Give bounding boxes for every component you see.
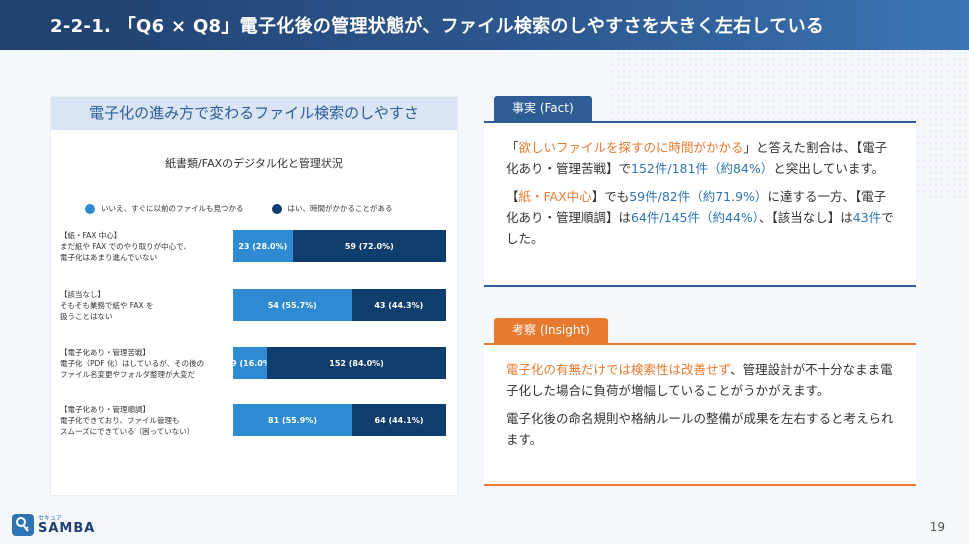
category-label-line: 【該当なし】 <box>60 290 105 299</box>
legend-label-yes: はい、時間がかかることがある <box>287 204 393 213</box>
bar-segment-yes: 64 (44.1%) <box>352 404 446 436</box>
category-label: 【該当なし】そもそも業務で紙や FAX を扱うことはない <box>60 289 240 322</box>
samba-logo-icon <box>12 514 34 536</box>
category-label-line: ファイル名変更やフォルダ整理が大変だ <box>60 370 195 379</box>
legend-dot-yes <box>271 203 282 214</box>
bar-segment-yes: 43 (44.3%) <box>351 289 446 321</box>
category-label-line: 電子化はあまり進んでいない <box>60 253 158 262</box>
category-label-line: 電子化（PDF 化）はしているが、その後の <box>60 359 205 368</box>
legend-label-no: いいえ、すぐに以前のファイルも見つかる <box>101 204 244 213</box>
category-label: 【電子化あり・管理苦戦】電子化（PDF 化）はしているが、その後の ファイル名変更… <box>60 347 240 380</box>
fact-tab: 事実 (Fact) <box>494 96 592 121</box>
stacked-bar: 29 (16.0%)152 (84.0%) <box>233 347 446 379</box>
insight-paragraph-1: 電子化の有無だけでは検索性は改善せず、管理設計が不十分なまま電子化した場合に負荷… <box>506 359 894 401</box>
slide-header: 2-2-1. 「Q6 × Q8」電子化後の管理状態が、ファイル検索のしやすさを大… <box>0 0 969 50</box>
stacked-bar: 81 (55.9%) 64 (44.1%) <box>233 404 446 436</box>
bar-segment-yes: 152 (84.0%) <box>267 347 446 379</box>
bar-segment-no: 81 (55.9%) <box>233 404 353 436</box>
fact-p1-segment: 欲しいファイルを探すのに時間がかかる <box>518 140 744 155</box>
fact-p2-segment: 64件/145件（約44%） <box>631 210 760 225</box>
insight-paragraph-2: 電子化後の命名規則や格納ルールの整備が成果を左右すると考えられます。 <box>506 408 894 450</box>
chart-subtitle: 紙書類/FAXのデジタル化と管理状況 <box>165 157 343 170</box>
category-label: 【紙・FAX 中心】まだ紙や FAX でのやり取りが中心で、 電子化はあまり進んで… <box>60 230 240 263</box>
bar-segment-yes: 59 (72.0%) <box>292 230 446 262</box>
category-label-line: そもそも業務で紙や FAX を <box>60 301 154 310</box>
logo-key-icon <box>16 517 29 532</box>
fact-p2-segment: 59件/82件（約71.9%） <box>629 189 768 204</box>
chart-panel-title: 電子化の進み方で変わるファイル検索のしやすさ <box>51 97 457 130</box>
insight-p2-segment: 電子化後の命名規則や格納ルールの整備が成果を左右すると考えられます。 <box>506 411 894 447</box>
bar-segment-no: 29 (16.0%) <box>233 347 268 379</box>
chart-panel: 電子化の進み方で変わるファイル検索のしやすさ 紙書類/FAXのデジタル化と管理状… <box>51 97 457 495</box>
category-label-line: スムーズにできている（困っていない） <box>60 427 195 436</box>
insight-p1-segment: 電子化の有無だけでは検索性は改善せず <box>506 362 731 377</box>
fact-p1-segment: 152件/181件（約84%） <box>631 161 774 176</box>
insight-tab: 考察 (Insight) <box>494 318 608 343</box>
legend-item-no: いいえ、すぐに以前のファイルも見つかる <box>85 203 244 214</box>
category-label-line: 【電子化あり・管理順調】 <box>60 405 150 414</box>
fact-p2-segment: 紙・FAX中心 <box>518 189 592 204</box>
category-label: 【電子化あり・管理順調】電子化できており、ファイル管理もスムーズにできている（困… <box>60 404 240 437</box>
stacked-bar: 54 (55.7%) 43 (44.3%) <box>233 289 446 321</box>
category-label-line: 【紙・FAX 中心】 <box>60 231 122 240</box>
legend-dot-no <box>85 203 95 214</box>
bar-segment-no: 23 (28.0%) <box>233 230 293 262</box>
samba-logo: セキュア SAMBA <box>12 514 95 536</box>
category-label-line: 【電子化あり・管理苦戦】 <box>60 348 150 357</box>
legend-item-yes: はい、時間がかかることがある <box>271 203 393 214</box>
logo-wordmark: SAMBA <box>38 520 96 536</box>
fact-p2-segment: 【 <box>506 189 519 204</box>
category-label-line: 電子化できており、ファイル管理も <box>60 416 180 425</box>
fact-p2-segment: 43件 <box>852 210 882 225</box>
fact-paragraph-2: 【紙・FAX中心】でも59件/82件（約71.9%）に達する一方、【電子化あり・… <box>506 186 894 249</box>
bar-segment-no: 54 (55.7%) <box>233 289 352 321</box>
fact-body: 「欲しいファイルを探すのに時間がかかる」と答えた割合は、【電子化あり・管理苦戦】… <box>484 121 916 287</box>
fact-paragraph-1: 「欲しいファイルを探すのに時間がかかる」と答えた割合は、【電子化あり・管理苦戦】… <box>506 137 894 179</box>
page-number: 19 <box>929 520 945 534</box>
stacked-bar: 23 (28.0%) 59 (72.0%) <box>233 230 446 262</box>
fact-p1-segment: 「 <box>506 140 519 155</box>
chart-legend: いいえ、すぐに以前のファイルも見つかる はい、時間がかかることがある <box>85 203 421 214</box>
insight-body: 電子化の有無だけでは検索性は改善せず、管理設計が不十分なまま電子化した場合に負荷… <box>484 343 916 486</box>
slide-title: 2-2-1. 「Q6 × Q8」電子化後の管理状態が、ファイル検索のしやすさを大… <box>50 16 825 37</box>
category-label-line: 扱うことはない <box>60 312 113 321</box>
category-label-line: まだ紙や FAX でのやり取りが中心で、 <box>60 242 191 251</box>
fact-p2-segment: 、【該当なし】は <box>759 210 853 225</box>
fact-p2-segment: 】でも <box>591 189 630 204</box>
fact-p1-segment: と突出しています。 <box>773 161 885 176</box>
